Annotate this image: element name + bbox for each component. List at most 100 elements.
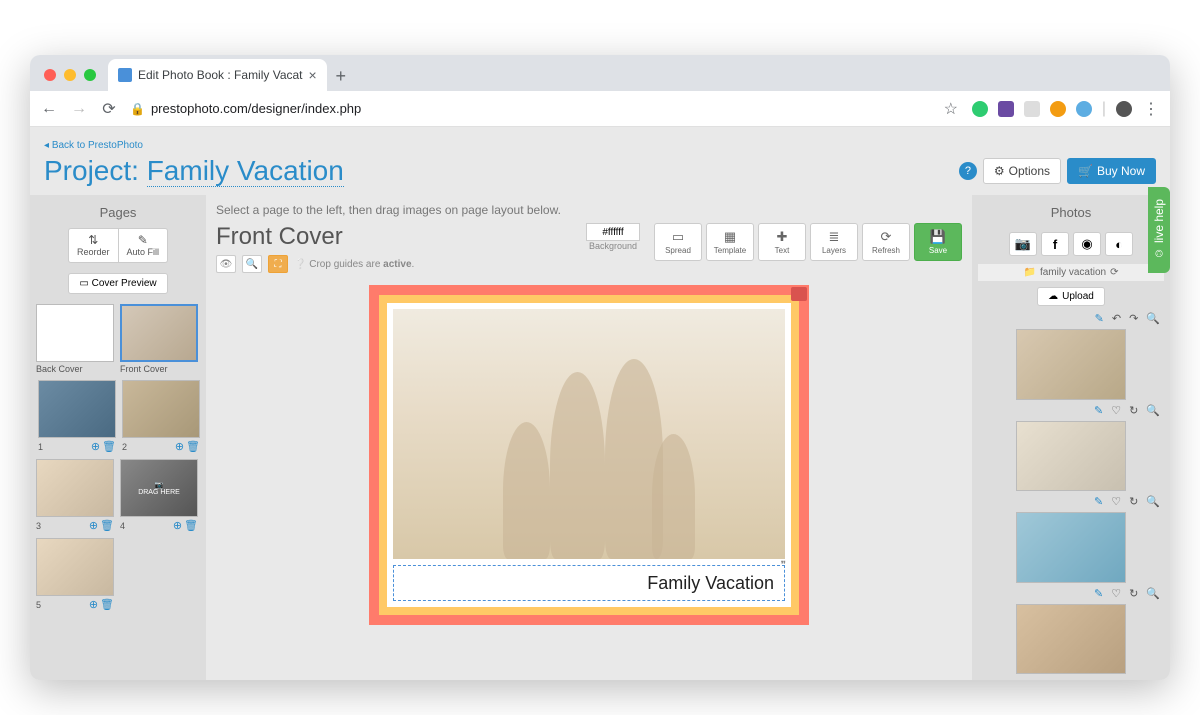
url-field[interactable]: 🔒 prestophoto.com/designer/index.php bbox=[130, 101, 930, 116]
zoom-photo-icon[interactable]: 🔍 bbox=[1146, 312, 1160, 325]
page-header-row: Front Cover 👁 🔍 ⛶ ❔ Crop guides are acti… bbox=[216, 223, 962, 273]
delete-page-icon[interactable]: 🗑 bbox=[184, 519, 198, 532]
autofill-button[interactable]: ✎Auto Fill bbox=[119, 228, 169, 263]
spread-button[interactable]: ▭Spread bbox=[654, 223, 702, 261]
edit-icon[interactable]: ✎ bbox=[1094, 404, 1103, 417]
reorder-button[interactable]: ⇅Reorder bbox=[68, 228, 119, 263]
album-selector[interactable]: 📁 family vacation ⟳ bbox=[978, 264, 1164, 281]
zoom-icon[interactable]: 🔍 bbox=[242, 255, 262, 273]
template-button[interactable]: ▦Template bbox=[706, 223, 754, 261]
text-button[interactable]: ✚Text bbox=[758, 223, 806, 261]
layers-button[interactable]: ≣Layers bbox=[810, 223, 858, 261]
photo-actions: ✎ ↶ ↷ 🔍 bbox=[978, 312, 1164, 325]
crop-icon[interactable]: ⛶ bbox=[268, 255, 288, 273]
rotate-icon[interactable]: ↻ bbox=[1129, 587, 1138, 600]
new-tab-button[interactable]: + bbox=[327, 66, 355, 91]
eye-icon[interactable]: 👁 bbox=[216, 255, 236, 273]
page-thumb-front-cover[interactable]: Front Cover bbox=[120, 304, 198, 374]
add-page-icon[interactable]: ⊕ bbox=[173, 519, 182, 532]
project-name[interactable]: Family Vacation bbox=[147, 155, 344, 187]
photo-thumb[interactable] bbox=[1016, 512, 1126, 583]
upload-button[interactable]: ☁Upload bbox=[1037, 287, 1105, 306]
rotate-left-icon[interactable]: ↶ bbox=[1112, 312, 1121, 325]
help-icon[interactable]: ? bbox=[959, 162, 977, 180]
photo-thumb[interactable] bbox=[1016, 421, 1126, 492]
page-thumb-back-cover[interactable]: Back Cover bbox=[36, 304, 114, 374]
extension-icon[interactable] bbox=[1024, 101, 1040, 117]
page-thumb-5[interactable]: 5⊕🗑 bbox=[36, 538, 114, 611]
cover-preview-button[interactable]: ▭ Cover Preview bbox=[68, 273, 167, 294]
add-page-icon[interactable]: ⊕ bbox=[175, 440, 184, 453]
forward-icon[interactable]: → bbox=[70, 100, 88, 118]
cover-photo[interactable] bbox=[393, 309, 785, 559]
browser-tab[interactable]: Edit Photo Book : Family Vacat × bbox=[108, 59, 327, 91]
extension-icon[interactable] bbox=[1050, 101, 1066, 117]
heart-icon[interactable]: ♡ bbox=[1111, 404, 1121, 417]
background-input[interactable] bbox=[586, 223, 640, 241]
gallery-icon[interactable]: 📷 bbox=[1009, 232, 1037, 256]
photos-panel: Photos 📷 f ◉ ◐ 📁 family vacation ⟳ ☁Uplo… bbox=[972, 195, 1170, 680]
heart-icon[interactable]: ♡ bbox=[1111, 587, 1121, 600]
back-to-site-link[interactable]: ◂ Back to PrestoPhoto bbox=[44, 140, 143, 151]
delete-page-icon[interactable]: 🗑 bbox=[102, 440, 116, 453]
image-edit-icon[interactable] bbox=[791, 287, 807, 301]
extension-icon[interactable] bbox=[998, 101, 1014, 117]
page-thumb-4[interactable]: 📷DRAG HERE 4⊕🗑 bbox=[120, 459, 198, 532]
smugmug-icon[interactable]: ◐ bbox=[1105, 232, 1133, 256]
favicon-icon bbox=[118, 68, 132, 82]
cover-caption-input[interactable]: Family Vacation ❞ bbox=[393, 565, 785, 601]
rotate-icon[interactable]: ↻ bbox=[1129, 495, 1138, 508]
instagram-icon[interactable]: ◉ bbox=[1073, 232, 1101, 256]
app-content: ◂ Back to PrestoPhoto Project: Family Va… bbox=[30, 127, 1170, 680]
zoom-photo-icon[interactable]: 🔍 bbox=[1146, 587, 1160, 600]
options-button[interactable]: ⚙ Options bbox=[983, 158, 1061, 184]
photo-actions: ✎ ♡ ↻ 🔍 bbox=[978, 404, 1164, 417]
cloud-icon: ☁ bbox=[1048, 291, 1058, 302]
add-page-icon[interactable]: ⊕ bbox=[89, 598, 98, 611]
close-window-icon[interactable] bbox=[44, 69, 56, 81]
edit-icon[interactable]: ✎ bbox=[1094, 495, 1103, 508]
page-thumb-2[interactable]: 2⊕🗑 bbox=[122, 380, 200, 453]
zoom-photo-icon[interactable]: 🔍 bbox=[1146, 495, 1160, 508]
save-button[interactable]: 💾Save bbox=[914, 223, 962, 261]
page-thumb-3[interactable]: 3⊕🗑 bbox=[36, 459, 114, 532]
rotate-right-icon[interactable]: ↷ bbox=[1129, 312, 1138, 325]
canvas-area: Family Vacation ❞ bbox=[216, 273, 962, 674]
edit-icon[interactable]: ✎ bbox=[1095, 312, 1104, 325]
page-thumb-1[interactable]: 1⊕🗑 bbox=[38, 380, 116, 453]
refresh-button[interactable]: ⟳Refresh bbox=[862, 223, 910, 261]
buy-now-button[interactable]: 🛒 Buy Now bbox=[1067, 158, 1156, 184]
heart-icon[interactable]: ♡ bbox=[1111, 495, 1121, 508]
page-canvas[interactable]: Family Vacation ❞ bbox=[369, 285, 809, 625]
add-page-icon[interactable]: ⊕ bbox=[89, 519, 98, 532]
refresh-album-icon[interactable]: ⟳ bbox=[1110, 267, 1118, 278]
rotate-icon[interactable]: ↻ bbox=[1129, 404, 1138, 417]
photo-thumb[interactable] bbox=[1016, 604, 1126, 675]
delete-page-icon[interactable]: 🗑 bbox=[100, 519, 114, 532]
photos-panel-title: Photos bbox=[1051, 201, 1091, 228]
photo-actions: ✎ ♡ ↻ 🔍 bbox=[978, 495, 1164, 508]
page-title: Front Cover bbox=[216, 223, 414, 251]
add-page-icon[interactable]: ⊕ bbox=[91, 440, 100, 453]
extension-icon[interactable] bbox=[972, 101, 988, 117]
reload-icon[interactable]: ⟳ bbox=[100, 99, 118, 119]
photo-thumb[interactable] bbox=[1016, 329, 1126, 400]
menu-icon[interactable]: ⋮ bbox=[1142, 99, 1160, 119]
profile-icon[interactable] bbox=[1116, 101, 1132, 117]
close-tab-icon[interactable]: × bbox=[309, 67, 317, 83]
star-icon[interactable]: ☆ bbox=[942, 99, 960, 119]
edit-icon[interactable]: ✎ bbox=[1094, 587, 1103, 600]
back-icon[interactable]: ← bbox=[40, 100, 58, 118]
extension-icon[interactable] bbox=[1076, 101, 1092, 117]
maximize-window-icon[interactable] bbox=[84, 69, 96, 81]
minimize-window-icon[interactable] bbox=[64, 69, 76, 81]
tab-title: Edit Photo Book : Family Vacat bbox=[138, 68, 303, 82]
zoom-photo-icon[interactable]: 🔍 bbox=[1146, 404, 1160, 417]
pages-tools: ⇅Reorder ✎Auto Fill bbox=[68, 228, 168, 263]
live-help-tab[interactable]: ☺ live help bbox=[1148, 187, 1170, 273]
delete-page-icon[interactable]: 🗑 bbox=[186, 440, 200, 453]
delete-page-icon[interactable]: 🗑 bbox=[100, 598, 114, 611]
project-title: Project: Family Vacation bbox=[44, 155, 344, 187]
facebook-icon[interactable]: f bbox=[1041, 232, 1069, 256]
editor-toolbar: ▭Spread ▦Template ✚Text ≣Layers ⟳Refresh… bbox=[654, 223, 962, 261]
